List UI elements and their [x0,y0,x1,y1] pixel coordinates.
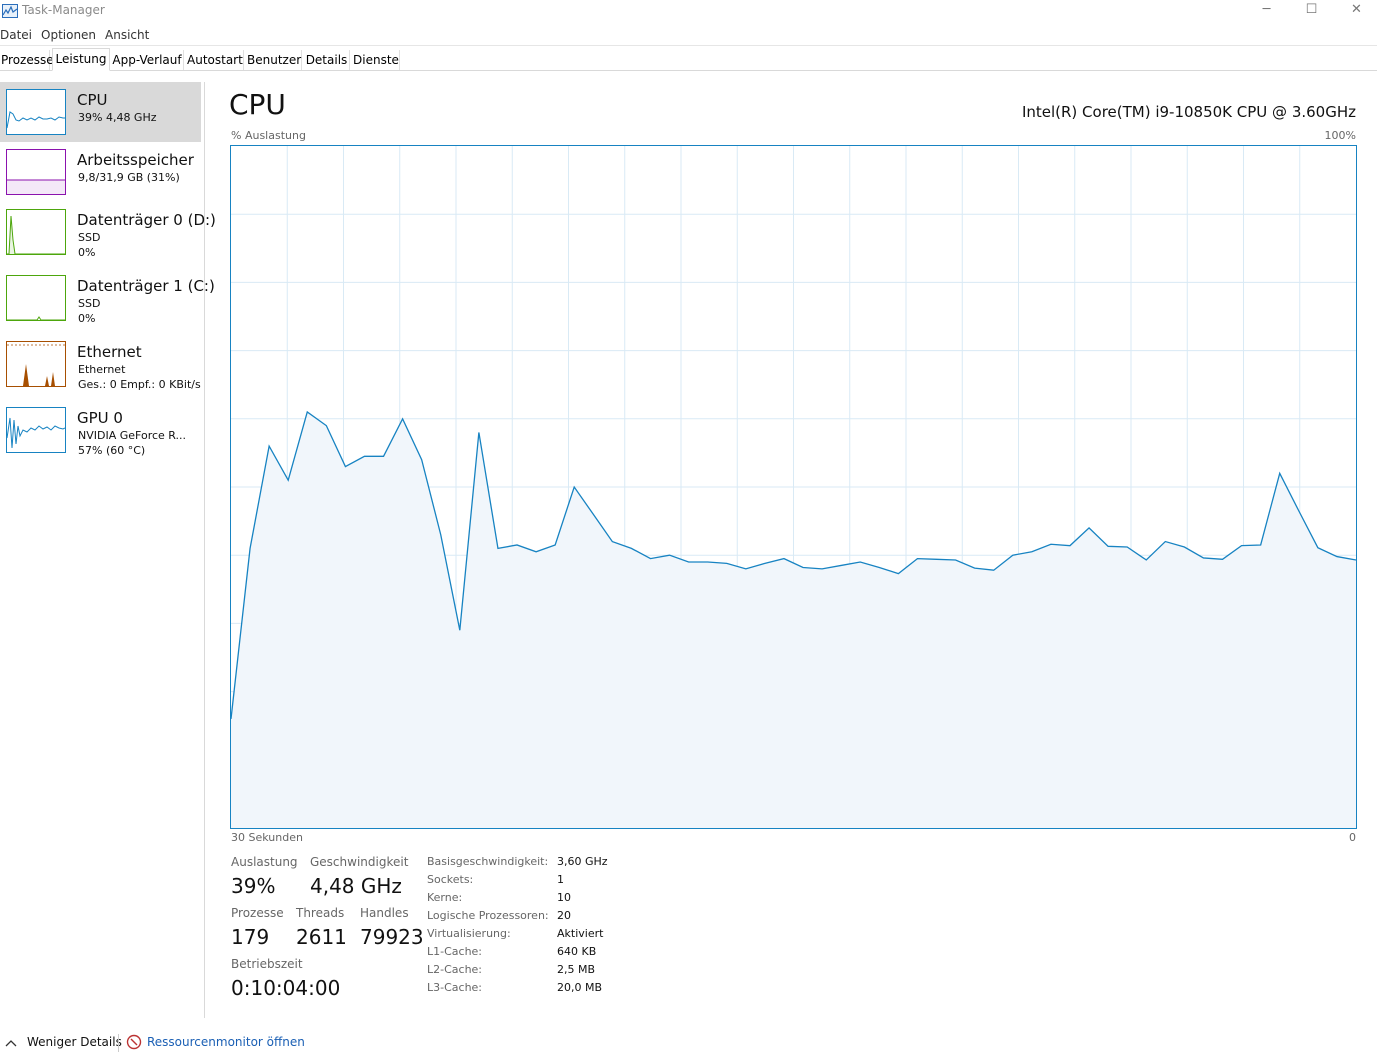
tab-benutzer[interactable]: Benutzer [246,50,302,70]
spec-label: Logische Prozessoren: [427,909,549,922]
spec-label: Basisgeschwindigkeit: [427,855,549,868]
title-bar: Task-Manager ─ ☐ ✕ [0,0,1377,22]
spec-value: Aktiviert [557,927,604,940]
y-axis-label: % Auslastung [231,129,306,142]
menu-ansicht[interactable]: Ansicht [105,28,149,42]
resource-monitor-icon[interactable] [126,1034,142,1050]
spec-value: 20,0 MB [557,981,603,994]
sidebar-item-title: Datenträger 1 (C:) [77,277,215,295]
sidebar-item-title: Datenträger 0 (D:) [77,211,216,229]
maximize-button[interactable]: ☐ [1289,0,1334,22]
spec-value: 2,5 MB [557,963,596,976]
utilization-label: Auslastung [231,855,298,869]
spec-label: Virtualisierung: [427,927,511,940]
fewer-details-button[interactable]: Weniger Details [27,1035,122,1049]
spec-label: L1-Cache: [427,945,483,958]
disk1-thumbnail-graph [6,275,66,321]
tab-leistung[interactable]: Leistung [52,48,110,71]
sidebar-item-memory[interactable]: Arbeitsspeicher 9,8/31,9 GB (31%) [0,142,201,202]
sidebar-item-title: Ethernet [77,343,142,361]
spec-label: Sockets: [427,873,474,886]
tab-app-verlauf[interactable]: App-Verlauf [111,50,184,70]
cpu-usage-chart-svg [230,145,1357,829]
processes-label: Prozesse [231,906,284,920]
sidebar-item-detail: 9,8/31,9 GB (31%) [78,171,180,184]
sidebar-item-detail: Ethernet [78,363,126,376]
sidebar-item-disk-1[interactable]: Datenträger 1 (C:) SSD 0% [0,268,215,328]
handles-value: 79923 [360,925,424,949]
menu-bar: Datei Optionen Ansicht [0,25,1377,46]
close-button[interactable]: ✕ [1334,0,1377,22]
resource-sidebar: CPU 39% 4,48 GHz Arbeitsspeicher 9,8/31,… [0,82,216,1018]
footer-divider [118,1034,119,1052]
spec-label: L2-Cache: [427,963,483,976]
sidebar-item-throughput: Ges.: 0 Empf.: 0 KBit/s [78,378,201,391]
window-title: Task-Manager [22,3,105,17]
uptime-value: 0:10:04:00 [231,976,341,1000]
x-axis-min-label: 0 [1349,831,1356,844]
gpu-thumbnail-graph [6,407,66,453]
spec-value: 10 [557,891,571,904]
open-resource-monitor-link[interactable]: Ressourcenmonitor öffnen [147,1035,305,1049]
sidebar-item-detail: SSD [78,231,101,244]
handles-label: Handles [360,906,409,920]
sidebar-item-cpu[interactable]: CPU 39% 4,48 GHz [0,82,201,142]
menu-datei[interactable]: Datei [0,28,32,42]
menu-optionen[interactable]: Optionen [41,28,96,42]
sidebar-item-title: GPU 0 [77,409,123,427]
threads-value: 2611 [296,925,347,949]
cpu-thumbnail-graph [6,89,66,135]
utilization-value: 39% [231,874,276,898]
speed-label: Geschwindigkeit [310,855,409,869]
footer-bar: Weniger Details Ressourcenmonitor öffnen [0,1030,1377,1058]
threads-label: Threads [296,906,345,920]
sidebar-item-usage: 0% [78,312,96,325]
tab-details[interactable]: Details [304,50,350,70]
sidebar-item-usage: 57% (60 °C) [78,444,146,457]
y-axis-max-label: 100% [1324,129,1356,142]
disk0-thumbnail-graph [6,209,66,255]
sidebar-item-detail: NVIDIA GeForce R... [78,429,187,442]
sidebar-item-detail: 39% 4,48 GHz [78,111,157,124]
sidebar-item-detail: SSD [78,297,101,310]
sidebar-item-usage: 0% [78,246,96,259]
cpu-usage-chart [230,145,1357,829]
memory-thumbnail-graph [6,149,66,195]
tab-autostart[interactable]: Autostart [186,50,244,70]
chevron-up-icon[interactable] [4,1035,18,1049]
sidebar-item-title: CPU [77,91,108,109]
ethernet-thumbnail-graph [6,341,66,387]
sidebar-item-disk-0[interactable]: Datenträger 0 (D:) SSD 0% [0,202,216,262]
uptime-label: Betriebszeit [231,957,303,971]
tab-bar: Prozesse Leistung App-Verlauf Autostart … [0,48,1377,71]
page-title: CPU [229,88,286,121]
minimize-button[interactable]: ─ [1244,0,1289,22]
spec-value: 3,60 GHz [557,855,608,868]
tab-prozesse[interactable]: Prozesse [0,50,54,70]
cpu-model-name: Intel(R) Core(TM) i9-10850K CPU @ 3.60GH… [1021,103,1356,121]
processes-value: 179 [231,925,270,949]
spec-value: 20 [557,909,571,922]
spec-value: 640 KB [557,945,597,958]
x-axis-label: 30 Sekunden [231,831,303,844]
spec-label: Kerne: [427,891,463,904]
tab-dienste[interactable]: Dienste [352,50,400,70]
spec-label: L3-Cache: [427,981,483,994]
sidebar-item-gpu[interactable]: GPU 0 NVIDIA GeForce R... 57% (60 °C) [0,400,201,460]
sidebar-item-ethernet[interactable]: Ethernet Ethernet Ges.: 0 Empf.: 0 KBit/… [0,334,201,394]
speed-value: 4,48 GHz [310,874,402,898]
sidebar-item-title: Arbeitsspeicher [77,151,194,169]
task-manager-icon [2,3,18,18]
spec-value: 1 [557,873,564,886]
